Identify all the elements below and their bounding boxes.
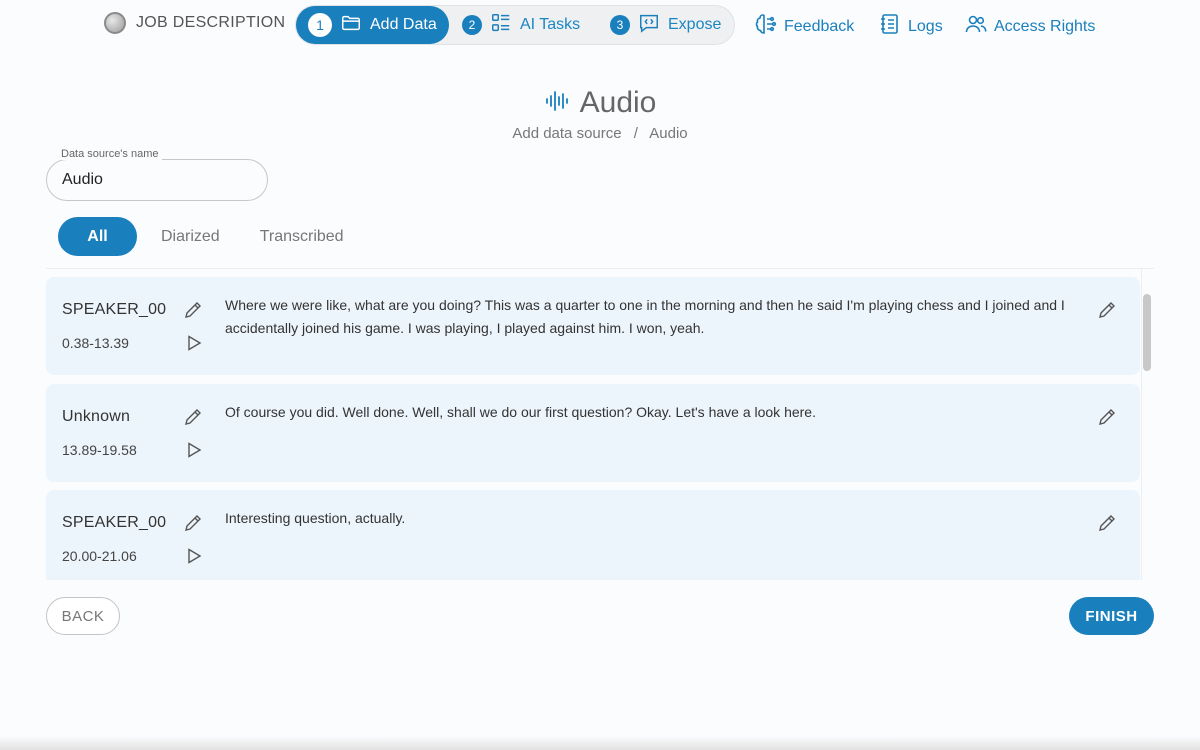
breadcrumb-item: Audio (649, 125, 688, 142)
nav-access-rights[interactable]: Access Rights (964, 12, 1095, 41)
scrollbar-thumb[interactable] (1143, 294, 1151, 371)
top-navigation: JOB DESCRIPTION 1 Add Data 2 AI Tasks 3 … (0, 0, 1200, 50)
edit-text-pencil-icon[interactable] (1096, 512, 1118, 534)
edit-text-pencil-icon[interactable] (1096, 406, 1118, 428)
bottom-shadow (0, 736, 1200, 750)
notebook-icon (878, 12, 902, 41)
tab-transcribed[interactable]: Transcribed (260, 228, 344, 246)
edit-speaker-pencil-icon[interactable] (182, 406, 204, 428)
speaker-name: SPEAKER_00 (62, 301, 167, 318)
page-title: Audio (0, 86, 1200, 120)
tab-all[interactable]: All (58, 217, 137, 256)
segment-row: Unknown 13.89-19.58 Of course you did. W… (46, 384, 1140, 482)
finish-button[interactable]: FINISH (1069, 597, 1154, 635)
segment-text: Of course you did. Well done. Well, shal… (225, 404, 816, 420)
page-title-text: Audio (579, 86, 657, 119)
stepper: 1 Add Data 2 AI Tasks 3 Expose (295, 5, 735, 45)
step-expose[interactable]: 3 Expose (610, 6, 721, 44)
segment-text: Where we were like, what are you doing? … (225, 297, 1065, 336)
step-number: 1 (308, 13, 332, 37)
segment-time: 13.89-19.58 (62, 442, 137, 458)
segment-time: 0.38-13.39 (62, 335, 129, 351)
segment-time: 20.00-21.06 (62, 548, 137, 564)
source-name-label: Data source's name (57, 148, 163, 160)
edit-speaker-pencil-icon[interactable] (182, 512, 204, 534)
users-icon (964, 12, 988, 41)
job-description[interactable]: JOB DESCRIPTION (104, 12, 285, 34)
nav-logs[interactable]: Logs (878, 12, 943, 41)
nav-logs-label: Logs (908, 17, 943, 35)
job-description-label: JOB DESCRIPTION (136, 14, 286, 31)
play-icon[interactable] (184, 546, 204, 566)
nav-feedback-label: Feedback (784, 17, 855, 35)
folder-icon (340, 12, 362, 39)
edit-speaker-pencil-icon[interactable] (182, 299, 204, 321)
step-number: 3 (610, 15, 630, 35)
audio-wave-icon (544, 88, 570, 119)
brain-icon (754, 12, 778, 41)
speaker-name: SPEAKER_00 (62, 514, 167, 531)
tab-diarized[interactable]: Diarized (161, 228, 220, 246)
play-icon[interactable] (184, 440, 204, 460)
list-icon (490, 12, 512, 39)
speaker-name: Unknown (62, 408, 131, 425)
step-ai-tasks[interactable]: 2 AI Tasks (462, 6, 580, 44)
step-label: AI Tasks (520, 16, 581, 33)
segment-list: SPEAKER_00 0.38-13.39 Where we were like… (46, 277, 1140, 580)
back-button[interactable]: BACK (46, 597, 120, 635)
nav-feedback[interactable]: Feedback (754, 12, 854, 41)
globe-icon (104, 12, 126, 34)
step-number: 2 (462, 15, 482, 35)
segment-row: SPEAKER_00 20.00-21.06 Interesting quest… (46, 490, 1140, 580)
source-name-field: Data source's name (46, 148, 268, 201)
nav-access-rights-label: Access Rights (994, 17, 1096, 35)
breadcrumb: Add data source / Audio (0, 125, 1200, 142)
step-label: Add Data (370, 16, 437, 33)
play-icon[interactable] (184, 333, 204, 353)
code-chat-icon (638, 12, 660, 39)
segment-text: Interesting question, actually. (225, 510, 406, 526)
divider (46, 268, 1154, 269)
edit-text-pencil-icon[interactable] (1096, 299, 1118, 321)
source-name-input[interactable] (62, 171, 252, 189)
breadcrumb-separator: / (633, 125, 638, 142)
breadcrumb-item[interactable]: Add data source (512, 125, 621, 142)
segment-row: SPEAKER_00 0.38-13.39 Where we were like… (46, 277, 1140, 375)
step-label: Expose (668, 16, 722, 33)
filter-tabs: All Diarized Transcribed (58, 217, 344, 256)
step-add-data[interactable]: 1 Add Data (296, 6, 449, 44)
